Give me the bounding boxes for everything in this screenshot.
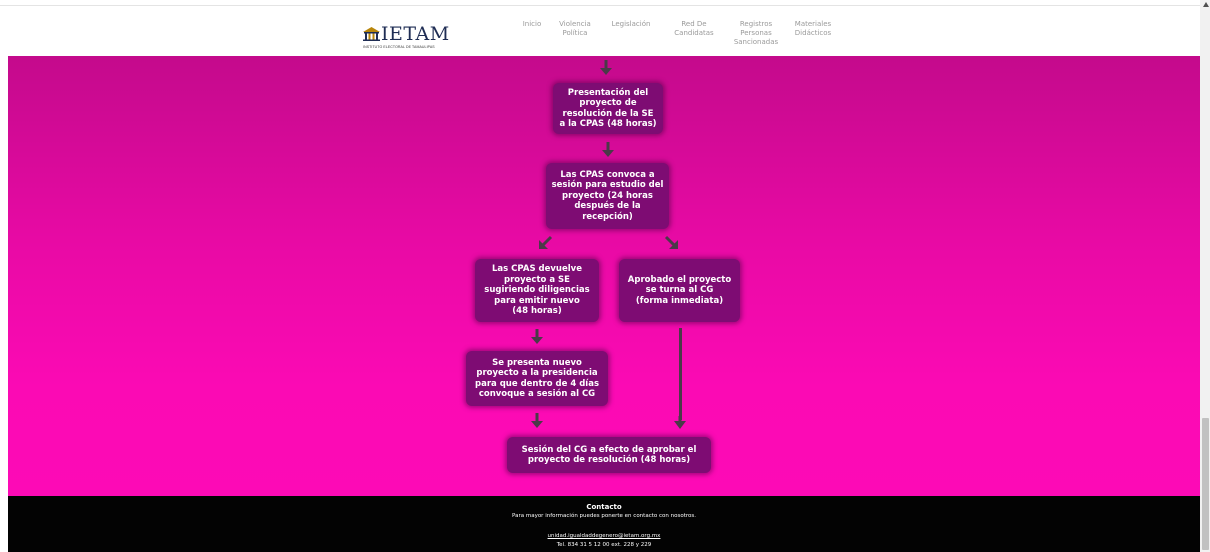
nav-item-legislacion[interactable]: Legislación [607, 20, 655, 29]
arrow-down-icon [600, 60, 612, 75]
arrow-down-icon [531, 413, 543, 428]
arrow-down-icon [674, 416, 686, 429]
flow-step-sesion-cg: Sesión del CG a efecto de aprobar el pro… [507, 437, 711, 473]
ietam-building-icon [363, 27, 380, 41]
flow-step-nuevo-proyecto: Se presenta nuevo proyecto a la presiden… [466, 351, 608, 406]
site-footer: Contacto Para mayor información puedes p… [8, 496, 1200, 552]
nav-item-inicio[interactable]: Inicio [518, 20, 546, 29]
scroll-up-arrow-icon[interactable] [1203, 2, 1209, 7]
nav-item-red-de-candidatas[interactable]: Red De Candidatas [669, 20, 719, 38]
flow-step-cpas-convoca: Las CPAS convoca a sesión para estudio d… [546, 163, 669, 229]
arrow-down-icon [602, 142, 614, 157]
nav-item-registros-personas-sancionadas[interactable]: Registros Personas Sancionadas [726, 20, 786, 47]
flow-step-aprobado: Aprobado el proyecto se turna al CG (for… [619, 259, 740, 322]
footer-phone: Tel. 834 31 5 12 00 ext. 228 y 229 [556, 542, 652, 548]
arrow-down-left-icon [539, 235, 553, 249]
scrollbar-thumb[interactable] [1202, 418, 1209, 550]
flow-step-cpas-devuelve: Las CPAS devuelve proyecto a SE sugirien… [475, 259, 599, 322]
logo-wordmark: IETAM [381, 23, 450, 45]
footer-text: Para mayor información puedes ponerte en… [512, 513, 696, 519]
site-header: IETAM INSTITUTO ELECTORAL DE TAMAULIPAS … [8, 7, 1200, 56]
flowchart-section: Presentación del proyecto de resolución … [8, 56, 1200, 496]
logo-subtitle: INSTITUTO ELECTORAL DE TAMAULIPAS [363, 45, 435, 49]
connector-line [679, 328, 682, 420]
footer-title: Contacto [586, 503, 622, 511]
arrow-down-icon [531, 329, 543, 344]
flow-step-presentacion: Presentación del proyecto de resolución … [553, 83, 663, 134]
arrow-down-right-icon [664, 235, 678, 249]
nav-item-materiales-didacticos[interactable]: Materiales Didácticos [789, 20, 837, 38]
nav-item-violencia-politica[interactable]: Violencia Política [557, 20, 593, 38]
ietam-logo[interactable]: IETAM INSTITUTO ELECTORAL DE TAMAULIPAS [363, 23, 450, 50]
browser-top-edge [0, 0, 1210, 6]
footer-email-link[interactable]: unidad.igualdaddegenero@ietam.org.mx [8, 533, 1200, 540]
